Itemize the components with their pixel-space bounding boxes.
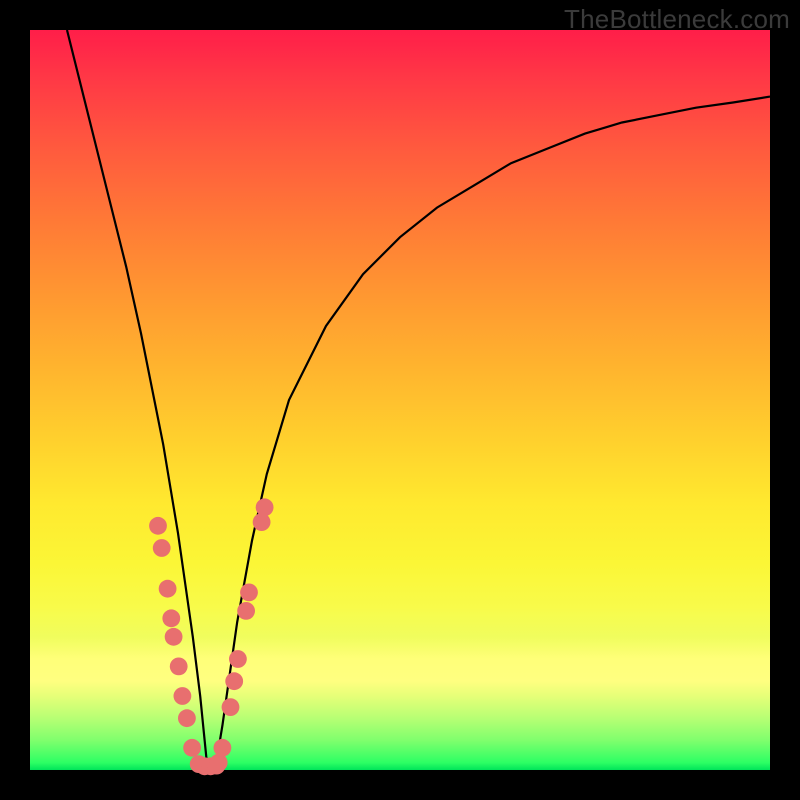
data-point <box>183 739 201 757</box>
data-point <box>214 739 232 757</box>
data-point <box>237 602 255 620</box>
data-points <box>149 498 273 775</box>
data-point <box>210 754 228 772</box>
data-point <box>229 650 247 668</box>
watermark-text: TheBottleneck.com <box>564 4 790 35</box>
data-point <box>170 658 188 676</box>
data-point <box>178 709 196 727</box>
chart-frame: TheBottleneck.com <box>0 0 800 800</box>
data-point <box>162 609 180 627</box>
data-point <box>253 513 271 531</box>
data-point <box>159 580 177 598</box>
plot-area <box>30 30 770 770</box>
data-point <box>174 687 192 705</box>
data-point <box>222 698 240 716</box>
bottleneck-curve <box>67 30 770 770</box>
data-point <box>165 628 183 646</box>
data-point <box>256 498 274 516</box>
data-point <box>153 539 171 557</box>
data-point <box>240 584 258 602</box>
data-point <box>225 672 243 690</box>
chart-svg <box>30 30 770 770</box>
data-point <box>149 517 167 535</box>
